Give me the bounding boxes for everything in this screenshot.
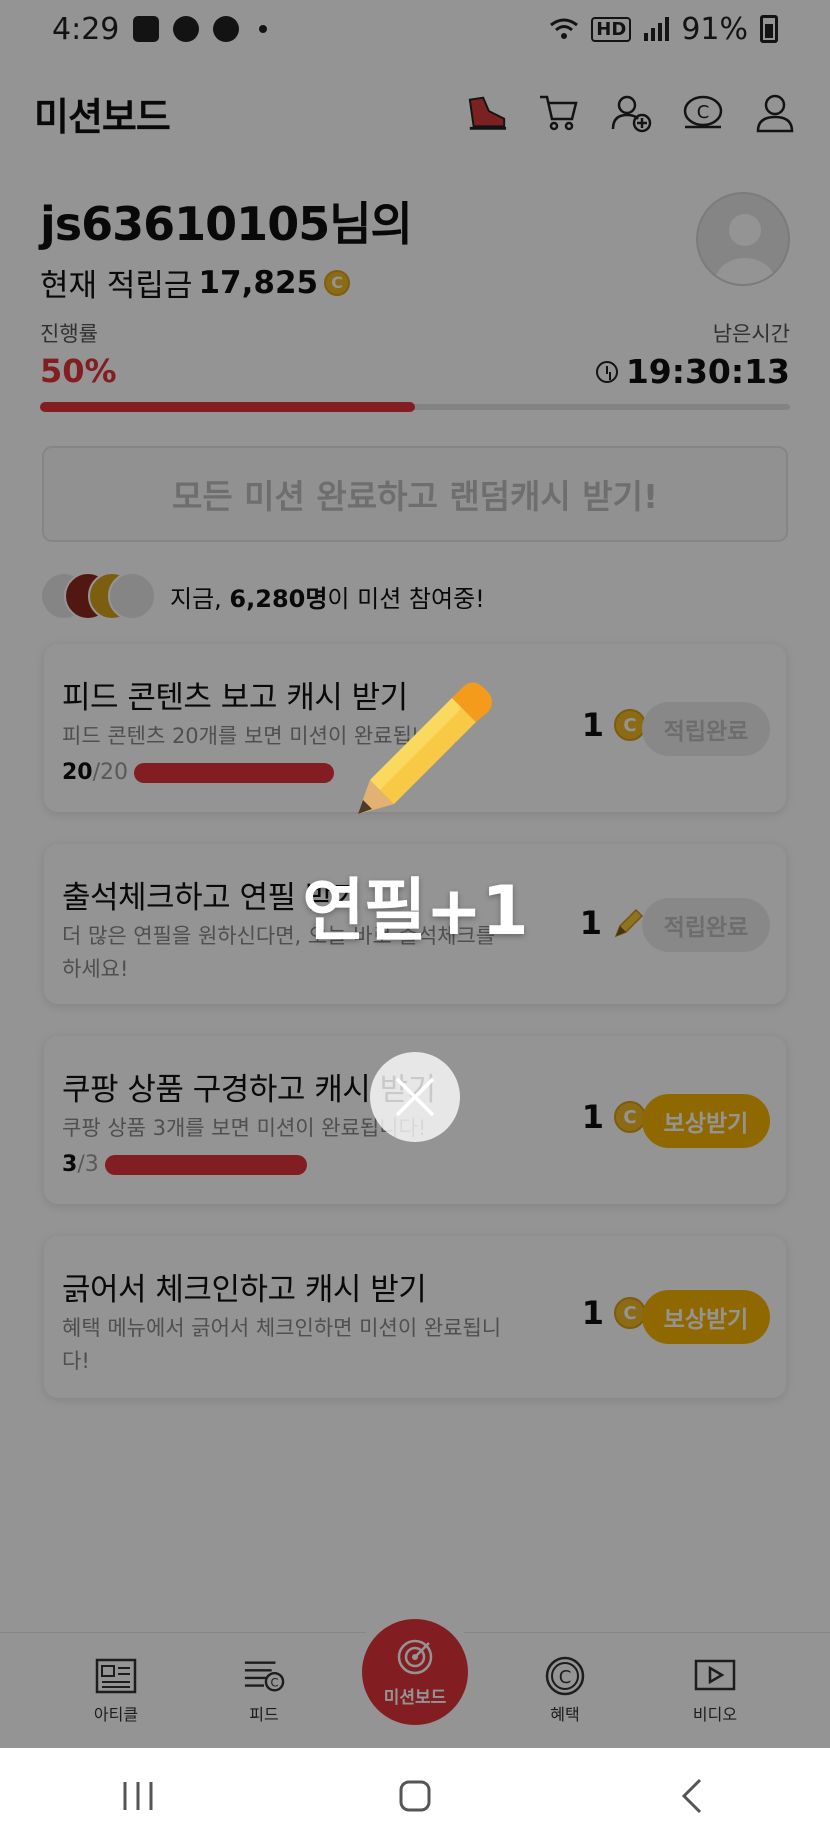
system-nav-bar <box>0 1748 830 1844</box>
back-icon <box>681 1778 701 1814</box>
home-button[interactable] <box>385 1766 445 1826</box>
home-icon <box>399 1780 431 1812</box>
pencil-icon <box>340 670 500 830</box>
close-icon <box>395 1077 435 1117</box>
recent-apps-icon <box>123 1782 153 1810</box>
close-popup-button[interactable] <box>370 1052 460 1142</box>
recent-apps-button[interactable] <box>108 1766 168 1826</box>
back-button[interactable] <box>662 1766 722 1826</box>
popup-reward-text: 연필+1 <box>302 872 528 951</box>
